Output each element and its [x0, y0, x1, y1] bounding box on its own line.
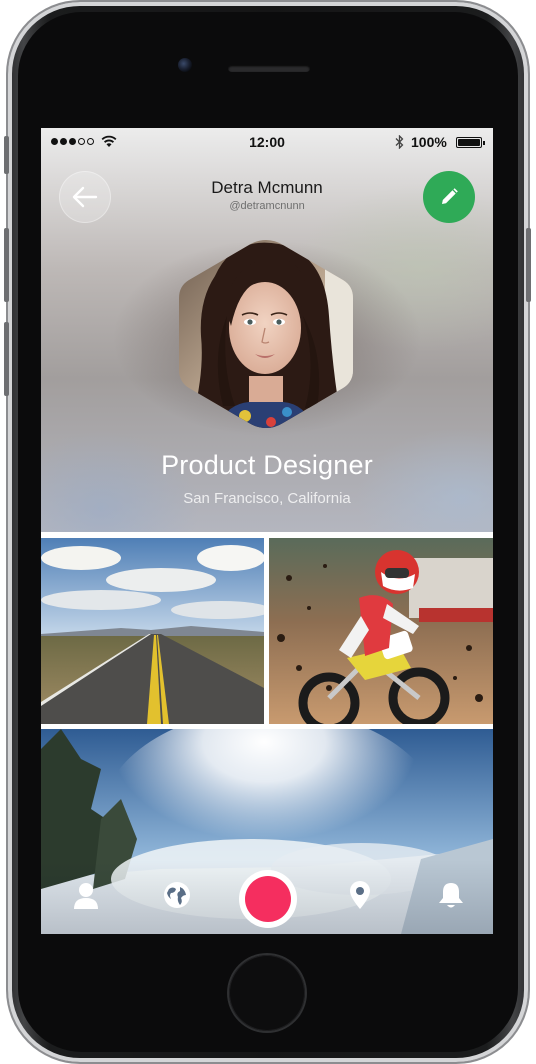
nav-notifications[interactable] — [436, 880, 466, 910]
nav-profile[interactable] — [71, 880, 101, 910]
front-camera — [178, 58, 192, 72]
profile-location: San Francisco, California — [183, 490, 351, 507]
power-button — [526, 228, 531, 302]
job-title: Product Designer — [161, 450, 373, 480]
app-screen: 12:00 100% Detra Mcmunn @detramcnunn Pro… — [41, 128, 493, 934]
earpiece-speaker — [228, 65, 310, 72]
photo-motocross[interactable] — [269, 538, 493, 724]
globe-icon — [164, 882, 190, 908]
bell-icon — [439, 883, 463, 908]
battery-percentage: 100% — [411, 134, 447, 150]
bottom-nav — [41, 860, 493, 934]
volume-down-button — [4, 322, 9, 396]
edit-profile-button[interactable] — [423, 171, 475, 223]
nav-explore[interactable] — [162, 880, 192, 910]
status-bar: 12:00 100% — [41, 128, 493, 156]
record-button[interactable] — [239, 870, 297, 928]
battery-icon — [456, 137, 485, 148]
volume-up-button — [4, 228, 9, 302]
nav-location[interactable] — [345, 880, 375, 910]
location-pin-icon — [350, 881, 370, 909]
pencil-icon — [442, 188, 458, 204]
home-button[interactable] — [229, 955, 305, 1031]
bluetooth-icon — [395, 135, 404, 149]
silent-switch — [4, 136, 9, 174]
profile-avatar[interactable] — [175, 236, 357, 432]
profile-icon — [74, 883, 98, 909]
photo-road[interactable] — [41, 538, 264, 724]
record-dot — [245, 876, 291, 922]
